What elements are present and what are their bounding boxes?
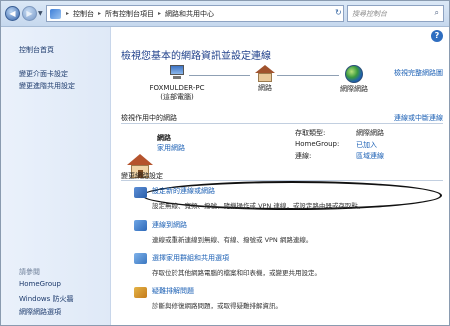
search-input[interactable]: 搜尋控制台 ⌕: [347, 5, 444, 22]
internet-globe-icon: [345, 65, 363, 83]
network-type-link[interactable]: 家用網路: [157, 143, 185, 153]
task-description: 診斷與修復網路問題，或取得疑難排解資訊。: [152, 302, 282, 310]
help-icon[interactable]: ?: [431, 30, 443, 42]
forward-arrow-icon[interactable]: ▶: [22, 6, 37, 21]
task-troubleshoot: 疑難排解問題 診斷與修復網路問題，或取得疑難排解資訊。: [152, 286, 282, 310]
access-type-label: 存取類型:: [295, 129, 326, 137]
new-connection-icon: [134, 187, 147, 198]
homegroup-label: HomeGroup:: [295, 140, 340, 148]
task-title[interactable]: 設定新的連線或網路: [152, 186, 364, 196]
home-network-icon: [255, 65, 275, 82]
task-title[interactable]: 選擇家用群組和共用選項: [152, 253, 321, 263]
task-title[interactable]: 連線到網路: [152, 220, 312, 230]
address-bar: ◀ ▶ ▼ ▸ 控制台 ▸ 所有控制台項目 ▸ 網路和共用中心 ↻ 搜尋控制台 …: [1, 1, 449, 27]
homegroup-options-icon: [134, 253, 147, 264]
breadcrumb-separator-icon[interactable]: ▸: [158, 10, 161, 17]
breadcrumb-all-items[interactable]: 所有控制台項目: [105, 9, 154, 19]
sidebar-item-homegroup[interactable]: HomeGroup: [19, 280, 61, 288]
search-icon[interactable]: ⌕: [435, 8, 439, 18]
sidebar-item-adapter-settings[interactable]: 變更介面卡設定: [19, 69, 68, 79]
map-computer-node: FOXMULDER-PC (這部電腦): [142, 65, 212, 102]
see-also-label: 請參閱: [19, 268, 40, 276]
breadcrumb-network-center[interactable]: 網路和共用中心: [165, 9, 214, 19]
refresh-icon[interactable]: ↻: [335, 8, 342, 17]
computer-subtitle: (這部電腦): [160, 93, 194, 101]
task-description: 存取位於其他網路電腦的檔案和印表機，或變更共用設定。: [152, 269, 321, 277]
sidebar-item-internet-options[interactable]: 網際網路選項: [19, 307, 61, 317]
homegroup-value-link[interactable]: 已加入: [356, 140, 377, 150]
full-map-link[interactable]: 檢視完整網路圖: [394, 68, 443, 78]
local-connection-link[interactable]: 區域連線: [356, 151, 384, 161]
troubleshoot-icon: [134, 287, 147, 298]
task-homegroup-options: 選擇家用群組和共用選項 存取位於其他網路電腦的檔案和印表機，或變更共用設定。: [152, 253, 321, 277]
connections-label: 連線:: [295, 152, 312, 160]
network-name: 網路: [157, 134, 171, 142]
task-new-connection: 設定新的連線或網路 設定無線、寬頻、撥號、隨機操作或 VPN 連線，或設定路由器…: [152, 186, 364, 210]
active-networks-heading: 檢視作用中的網路: [121, 114, 177, 122]
recent-pages-chevron-icon[interactable]: ▼: [38, 10, 43, 17]
task-description: 設定無線、寬頻、撥號、隨機操作或 VPN 連線，或設定路由器或存取點。: [152, 202, 365, 210]
network-node-label: 網路: [258, 84, 272, 92]
task-connect-network: 連線到網路 連線或重新連線到無線、有線、撥號或 VPN 網路連線。: [152, 220, 312, 244]
main-content: ? 檢視您基本的網路資訊並設定連線 檢視完整網路圖 FOXMULDER-PC (…: [112, 27, 449, 325]
computer-name: FOXMULDER-PC: [149, 84, 205, 92]
connect-network-icon: [134, 220, 147, 231]
connect-disconnect-link[interactable]: 連線或中斷連線: [394, 113, 443, 123]
breadcrumb-separator-icon[interactable]: ▸: [66, 10, 69, 17]
sidebar: 控制台首頁 變更介面卡設定 變更進階共用設定 請參閱 HomeGroup Win…: [1, 27, 111, 325]
computer-icon: [167, 65, 187, 81]
task-description: 連線或重新連線到無線、有線、撥號或 VPN 網路連線。: [152, 236, 313, 244]
access-type-value: 網際網路: [356, 129, 384, 137]
sidebar-item-firewall[interactable]: Windows 防火牆: [19, 294, 73, 304]
map-connector-line: [189, 75, 250, 76]
breadcrumb-separator-icon[interactable]: ▸: [98, 10, 101, 17]
search-placeholder: 搜尋控制台: [352, 10, 387, 18]
sidebar-item-advanced-sharing[interactable]: 變更進階共用設定: [19, 81, 75, 91]
section-divider: [121, 123, 443, 124]
control-panel-icon: [50, 8, 61, 19]
network-sharing-center-window: ◀ ▶ ▼ ▸ 控制台 ▸ 所有控制台項目 ▸ 網路和共用中心 ↻ 搜尋控制台 …: [0, 0, 450, 326]
back-arrow-icon[interactable]: ◀: [5, 6, 20, 21]
internet-node-label: 網際網路: [340, 85, 368, 93]
map-internet-node: 網際網路: [329, 65, 379, 94]
sidebar-item-control-panel-home[interactable]: 控制台首頁: [19, 45, 54, 55]
page-title: 檢視您基本的網路資訊並設定連線: [121, 51, 271, 62]
breadcrumb-control-panel[interactable]: 控制台: [73, 9, 94, 19]
task-title[interactable]: 疑難排解問題: [152, 286, 282, 296]
breadcrumb[interactable]: ▸ 控制台 ▸ 所有控制台項目 ▸ 網路和共用中心: [46, 5, 344, 22]
map-network-node: 網路: [245, 65, 285, 93]
